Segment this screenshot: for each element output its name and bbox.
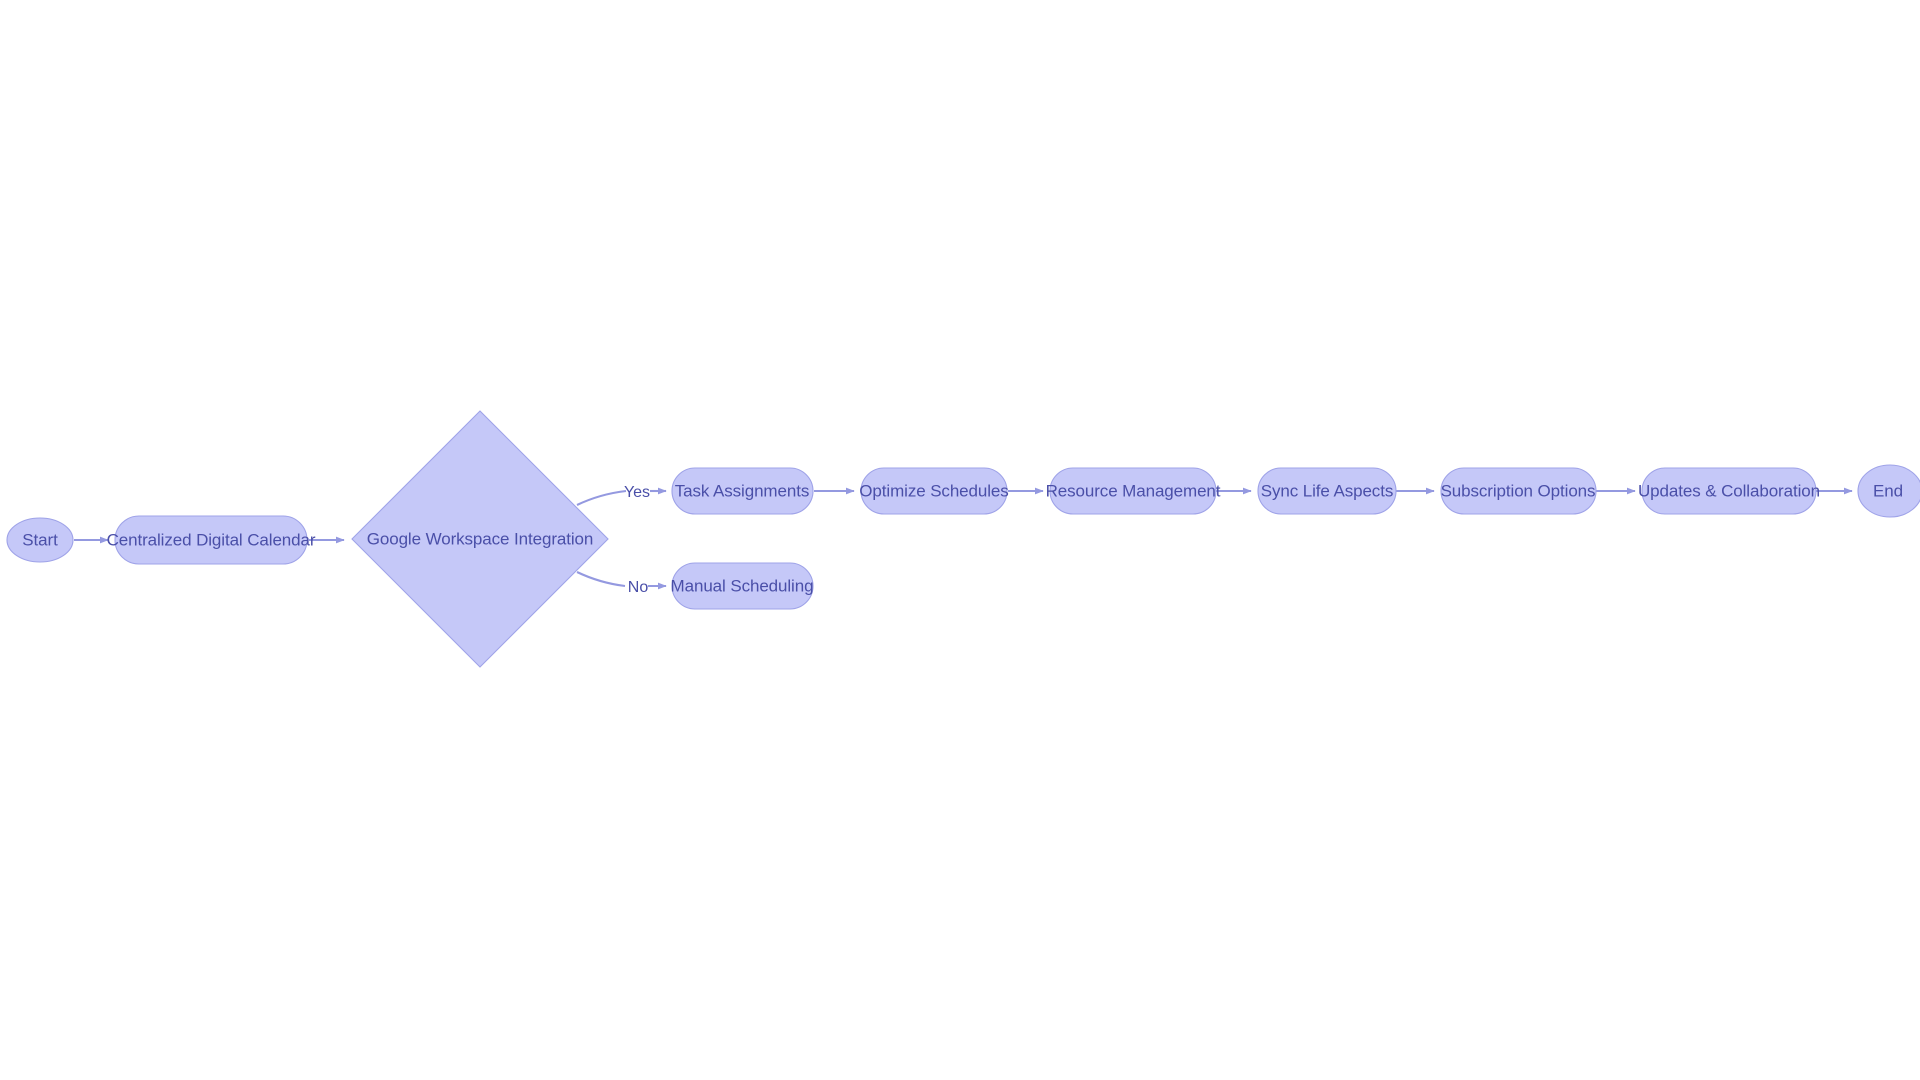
- node-start-label: Start: [22, 530, 58, 549]
- node-manual-scheduling[interactable]: Manual Scheduling: [671, 562, 814, 610]
- node-google-workspace-integration-label: Google Workspace Integration: [367, 529, 594, 548]
- node-sync-life-aspects-label: Sync Life Aspects: [1261, 481, 1393, 500]
- edge-decision-to-manual-line: [576, 571, 626, 588]
- node-task-assignments-label: Task Assignments: [675, 481, 809, 500]
- node-google-workspace-integration[interactable]: Google Workspace Integration: [351, 410, 609, 668]
- node-start[interactable]: Start: [6, 517, 74, 563]
- edge-decision-to-task-line: [576, 489, 627, 506]
- node-optimize-schedules-label: Optimize Schedules: [859, 481, 1008, 500]
- node-centralized-digital-calendar[interactable]: Centralized Digital Calendar: [107, 515, 316, 565]
- node-layer: Start Centralized Digital Calendar Googl…: [6, 410, 1920, 668]
- flowchart-diagram: Yes No Start Centralized Digital Calenda…: [6, 410, 1920, 668]
- node-updates-collaboration[interactable]: Updates & Collaboration: [1638, 467, 1820, 515]
- node-subscription-options-label: Subscription Options: [1441, 481, 1596, 500]
- node-manual-scheduling-label: Manual Scheduling: [671, 576, 814, 595]
- node-updates-collaboration-label: Updates & Collaboration: [1638, 481, 1820, 500]
- node-end[interactable]: End: [1857, 464, 1920, 518]
- node-centralized-digital-calendar-label: Centralized Digital Calendar: [107, 530, 316, 549]
- node-sync-life-aspects[interactable]: Sync Life Aspects: [1257, 467, 1397, 515]
- flowchart-canvas: Yes No Start Centralized Digital Calenda…: [0, 0, 1920, 1080]
- node-resource-management-label: Resource Management: [1046, 481, 1221, 500]
- edge-label-yes: Yes: [624, 484, 650, 501]
- node-end-label: End: [1873, 481, 1903, 500]
- node-task-assignments[interactable]: Task Assignments: [671, 467, 814, 515]
- edge-label-no: No: [628, 579, 649, 596]
- node-resource-management[interactable]: Resource Management: [1046, 467, 1221, 515]
- node-subscription-options[interactable]: Subscription Options: [1440, 467, 1597, 515]
- edge-label-layer: Yes No: [624, 484, 650, 596]
- node-optimize-schedules[interactable]: Optimize Schedules: [859, 467, 1009, 515]
